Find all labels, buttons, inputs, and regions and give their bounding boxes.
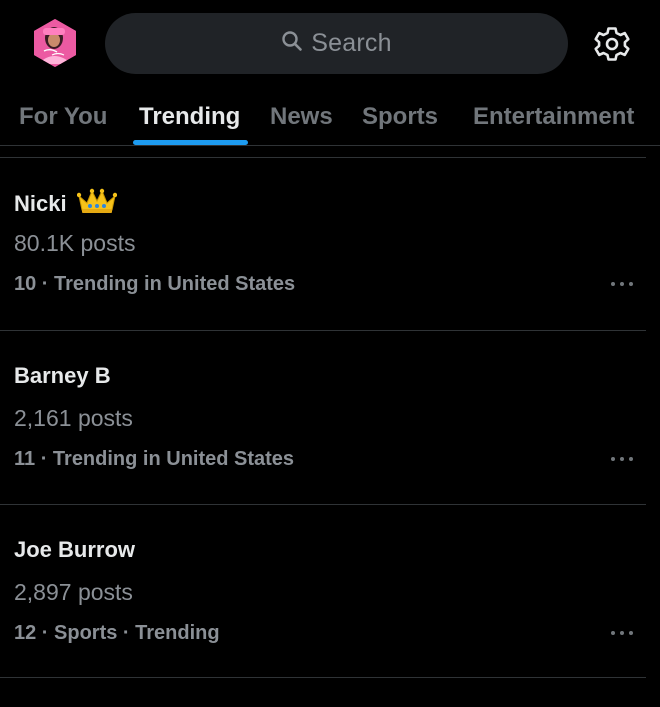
search-placeholder: Search bbox=[311, 29, 392, 57]
divider bbox=[0, 677, 646, 678]
divider bbox=[0, 157, 646, 158]
divider bbox=[0, 330, 646, 331]
trend-post-count: 2,161 posts bbox=[14, 405, 133, 431]
trend-context: 11 · Trending in United States bbox=[14, 448, 295, 470]
top-header: Search bbox=[0, 0, 660, 88]
profile-avatar[interactable] bbox=[30, 18, 80, 68]
search-icon bbox=[281, 30, 303, 57]
tab-bar: For You Trending News Sports Entertainme… bbox=[0, 88, 660, 146]
gear-icon[interactable] bbox=[592, 24, 632, 64]
trend-name-row: Barney B bbox=[14, 363, 111, 389]
active-tab-indicator bbox=[133, 140, 248, 145]
trend-name: Joe Burrow bbox=[14, 537, 136, 562]
trend-name: Nicki bbox=[14, 191, 67, 216]
trend-context: 10 · Trending in United States bbox=[14, 273, 296, 295]
more-options-icon[interactable] bbox=[608, 449, 636, 469]
trend-name-row: Joe Burrow bbox=[14, 537, 135, 563]
trend-context: 12 · Sports · Trending bbox=[14, 622, 220, 644]
tab-for-you[interactable]: For You bbox=[19, 88, 107, 145]
search-bar[interactable]: Search bbox=[105, 13, 568, 74]
tab-entertainment[interactable]: Entertainment bbox=[473, 88, 634, 145]
trend-item-nicki[interactable]: Nicki 80.1K posts 10 · Trending in Unite… bbox=[0, 188, 660, 358]
more-options-icon[interactable] bbox=[608, 274, 636, 294]
more-options-icon[interactable] bbox=[608, 623, 636, 643]
trend-post-count: 80.1K posts bbox=[14, 230, 136, 256]
trend-item-barney-b[interactable]: Barney B 2,161 posts 11 · Trending in Un… bbox=[0, 363, 660, 533]
trend-name: Barney B bbox=[14, 363, 111, 388]
tab-sports[interactable]: Sports bbox=[362, 88, 438, 145]
tab-news[interactable]: News bbox=[270, 88, 333, 145]
trend-item-joe-burrow[interactable]: Joe Burrow 2,897 posts 12 · Sports · Tre… bbox=[0, 537, 660, 707]
crown-emoji bbox=[76, 188, 117, 220]
trend-post-count: 2,897 posts bbox=[14, 579, 133, 605]
divider bbox=[0, 504, 646, 505]
trend-name-row: Nicki bbox=[14, 188, 117, 220]
tab-trending[interactable]: Trending bbox=[139, 88, 240, 145]
